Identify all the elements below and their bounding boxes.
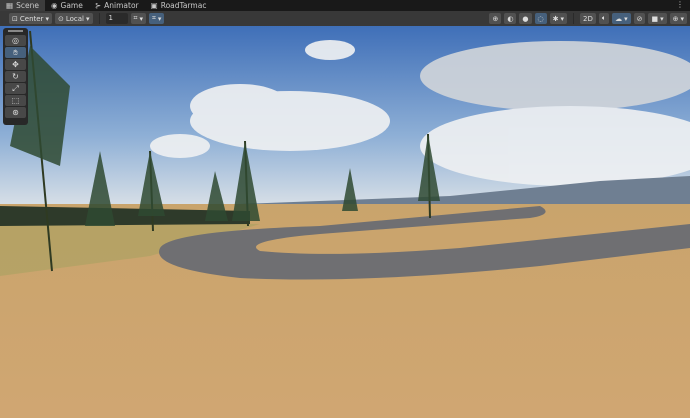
scene-toolbar: ⊡ Center ▾ ⊙ Local ▾ 1 ⌗ ▾ ⌗ ▾ ⊕ ◐ ● ◌ ✱ ▾ 2D 🔈… bbox=[0, 11, 690, 26]
divider bbox=[98, 13, 100, 24]
local-icon: ⊙ bbox=[57, 14, 64, 23]
tab-roadtarmac[interactable]: ▣ RoadTarmac bbox=[145, 0, 213, 11]
gizmos-button[interactable]: ⊕ ▾ bbox=[669, 13, 687, 24]
wireframe-button[interactable]: ⊕ bbox=[489, 13, 502, 24]
grid-visibility-button[interactable]: ⌗ ▾ bbox=[148, 13, 165, 24]
shaded-wireframe-button[interactable]: ◐ bbox=[504, 13, 517, 24]
tool-palette: ◎ ✋︎ ✥ ↻ ⤢ ⬚ ⊛ bbox=[3, 28, 28, 125]
scale-tool-icon[interactable]: ⤢ bbox=[5, 83, 26, 94]
shaded-icon: ● bbox=[522, 14, 529, 23]
animator-icon: ⊱ bbox=[94, 1, 102, 10]
scene-viewport[interactable] bbox=[0, 26, 690, 418]
more-options-icon[interactable]: ⋮ bbox=[676, 0, 684, 9]
eye-slash-icon: ⊘ bbox=[636, 14, 643, 23]
grid-size-input[interactable]: 1 bbox=[105, 13, 128, 24]
lit-icon: ◌ bbox=[537, 14, 544, 23]
grid-snap-icon: ⌗ bbox=[133, 14, 138, 22]
effects-icon: ☁ bbox=[615, 14, 623, 23]
tab-animator[interactable]: ⊱ Animator bbox=[89, 0, 145, 11]
effects-button[interactable]: ☁ ▾ bbox=[612, 13, 631, 24]
shaded-button[interactable]: ● bbox=[519, 13, 532, 24]
wireframe-icon: ⊕ bbox=[492, 14, 499, 23]
tab-game[interactable]: ◉ Game bbox=[45, 0, 89, 11]
pivot-icon: ⊡ bbox=[12, 14, 18, 23]
hidden-objects-button[interactable]: ⊘ bbox=[633, 13, 646, 24]
camera-icon: ■ bbox=[651, 14, 659, 23]
bug-icon: ✱ bbox=[552, 14, 559, 23]
debug-draw-button[interactable]: ✱ ▾ bbox=[549, 13, 568, 24]
tab-bar: ▦ Scene ◉ Game ⊱ Animator ▣ RoadTarmac ⋮ bbox=[0, 0, 690, 11]
move-tool-icon[interactable]: ✥ bbox=[5, 59, 26, 70]
scene-render bbox=[0, 26, 690, 418]
camera-button[interactable]: ■ ▾ bbox=[648, 13, 667, 24]
drag-handle[interactable] bbox=[8, 30, 23, 32]
audio-icon: 🔈︎ bbox=[601, 14, 607, 22]
hand-tool-icon[interactable]: ✋︎ bbox=[5, 47, 26, 58]
gamepad-icon: ◉ bbox=[50, 1, 58, 10]
rect-tool-icon[interactable]: ⬚ bbox=[5, 95, 26, 106]
2d-toggle[interactable]: 2D bbox=[580, 13, 596, 24]
pivot-dropdown[interactable]: ⊡ Center ▾ bbox=[9, 13, 52, 24]
rotate-tool-icon[interactable]: ↻ bbox=[5, 71, 26, 82]
unlit-button[interactable]: ◌ bbox=[534, 13, 547, 24]
shaded-wire-icon: ◐ bbox=[507, 14, 514, 23]
grid-icon: ⌗ bbox=[151, 14, 156, 22]
prefab-icon: ▣ bbox=[150, 1, 158, 10]
grid-icon: ▦ bbox=[6, 1, 14, 10]
space-dropdown[interactable]: ⊙ Local ▾ bbox=[54, 13, 93, 24]
tab-scene[interactable]: ▦ Scene bbox=[0, 0, 45, 11]
view-tool-icon[interactable]: ◎ bbox=[5, 35, 26, 46]
grid-snap-button[interactable]: ⌗ ▾ bbox=[130, 13, 146, 24]
transform-tool-icon[interactable]: ⊛ bbox=[5, 107, 26, 118]
gizmo-icon: ⊕ bbox=[672, 14, 679, 23]
audio-button[interactable]: 🔈︎ bbox=[598, 13, 610, 24]
divider bbox=[573, 13, 575, 24]
